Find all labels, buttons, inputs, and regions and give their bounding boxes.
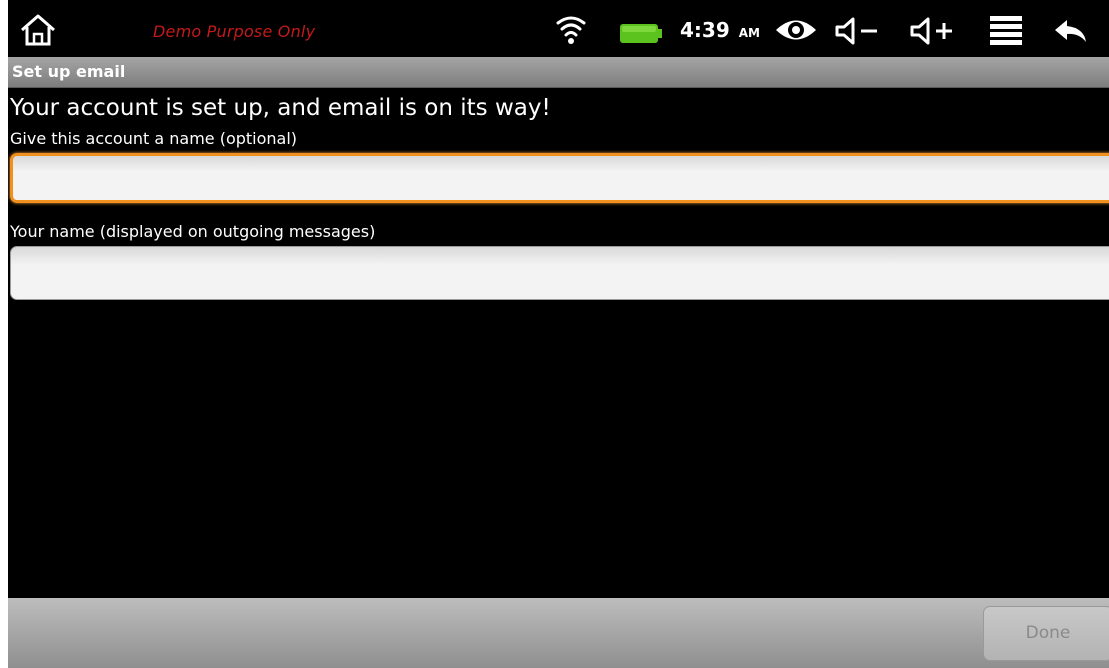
back-icon[interactable] [1053, 16, 1089, 46]
volume-up-icon[interactable] [908, 16, 956, 46]
demo-watermark: Demo Purpose Only [153, 22, 316, 41]
volume-down-icon[interactable] [833, 16, 881, 46]
your-name-label: Your name (displayed on outgoing message… [10, 222, 376, 241]
page-title: Set up email [12, 62, 126, 81]
battery-icon [620, 23, 662, 44]
screen: Demo Purpose Only 4:39 AM Set up email Y… [0, 0, 1109, 668]
eye-icon[interactable] [774, 17, 818, 43]
clock-ampm: AM [738, 26, 760, 40]
title-bar: Set up email [8, 57, 1109, 88]
account-name-label: Give this account a name (optional) [10, 129, 298, 148]
home-icon[interactable] [18, 12, 58, 48]
account-name-field[interactable] [10, 153, 1109, 203]
status-bar: Demo Purpose Only 4:39 AM [8, 0, 1109, 57]
wifi-icon [556, 13, 586, 45]
setup-headline: Your account is set up, and email is on … [10, 95, 551, 121]
clock-time: 4:39 [680, 18, 730, 42]
bottom-action-bar: Done [8, 598, 1109, 668]
your-name-field[interactable] [10, 246, 1109, 300]
clock: 4:39 AM [680, 18, 760, 42]
android-device-screen: Demo Purpose Only 4:39 AM Set up email Y… [8, 0, 1109, 668]
menu-icon[interactable] [988, 14, 1024, 46]
done-button[interactable]: Done [983, 606, 1109, 661]
